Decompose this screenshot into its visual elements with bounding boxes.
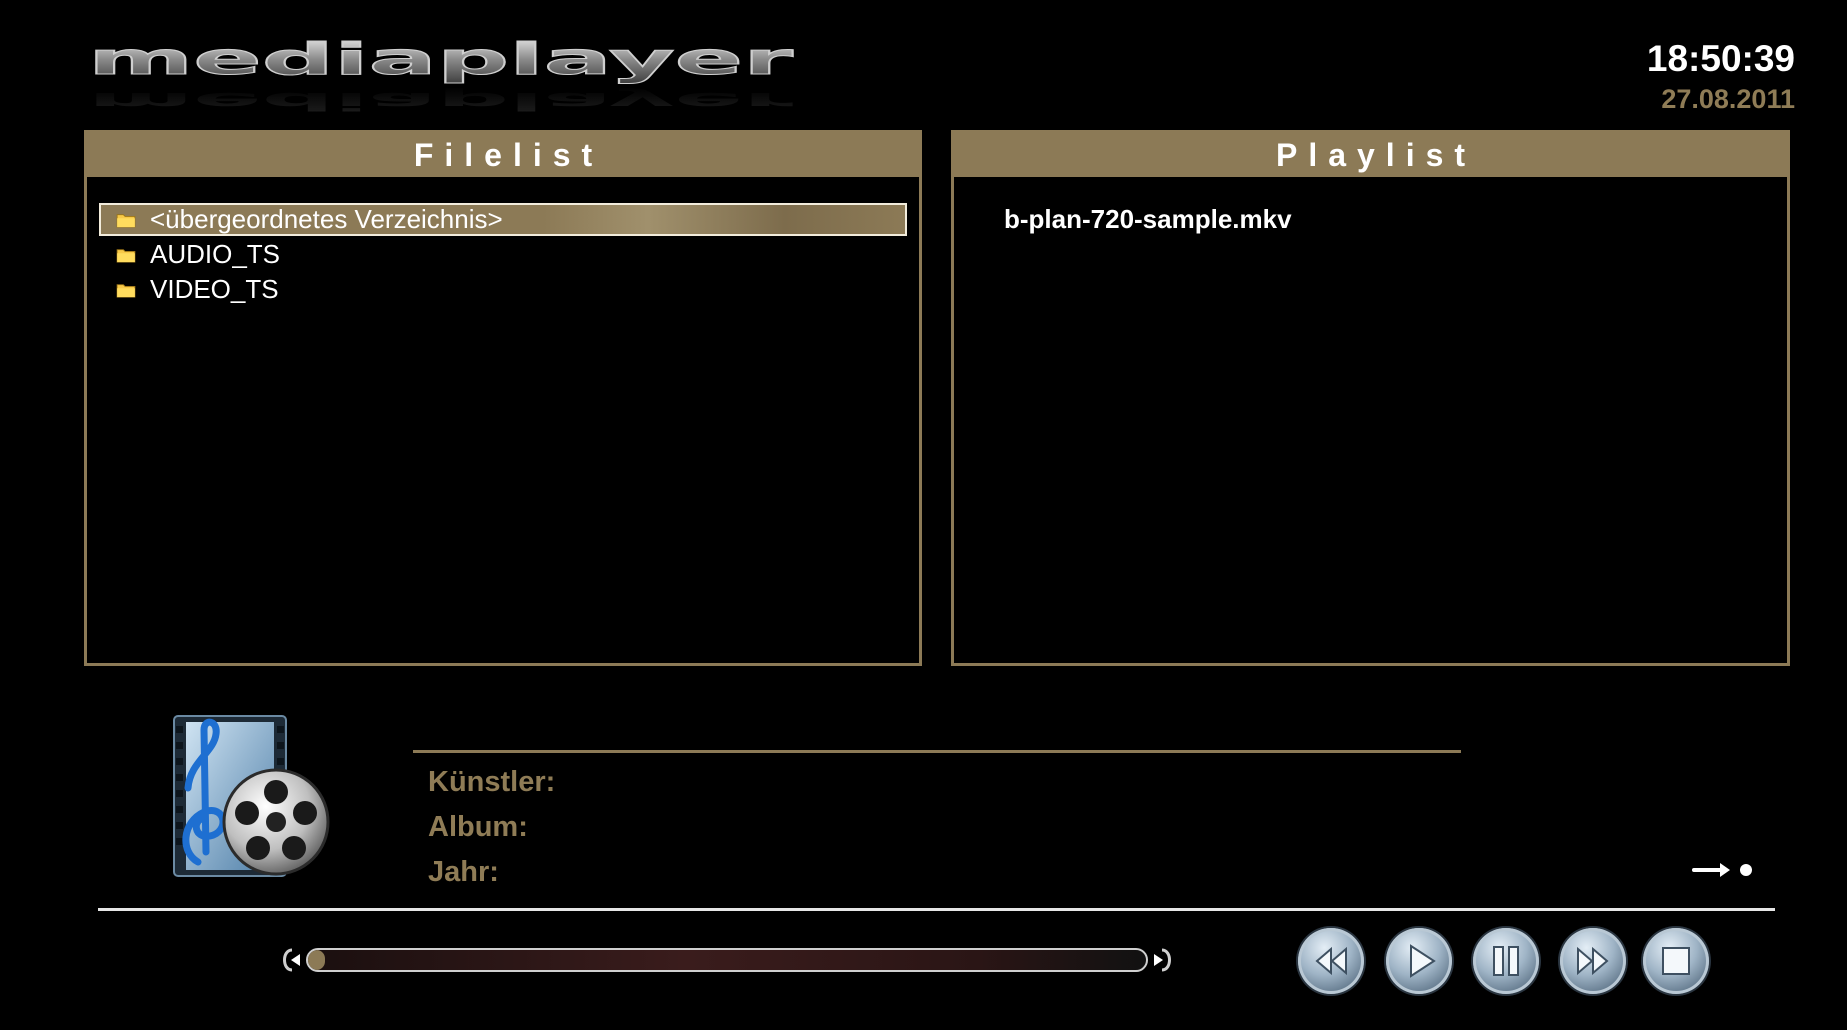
repeat-mode-icon bbox=[1692, 858, 1756, 882]
logo-text: mediaplayer bbox=[88, 40, 794, 85]
fast-forward-button[interactable] bbox=[1560, 928, 1626, 994]
progress-bar[interactable] bbox=[278, 946, 1176, 974]
stop-button[interactable] bbox=[1643, 928, 1709, 994]
progress-fill bbox=[308, 950, 325, 970]
info-divider-bottom bbox=[98, 908, 1775, 911]
rewind-icon bbox=[1315, 946, 1347, 976]
media-type-icon bbox=[170, 712, 335, 887]
folder-icon bbox=[116, 284, 136, 298]
playlist-title: Playlist bbox=[954, 133, 1787, 177]
play-list: b-plan-720-sample.mkv bbox=[1004, 203, 1292, 236]
rewind-button[interactable] bbox=[1298, 928, 1364, 994]
play-icon bbox=[1410, 944, 1436, 978]
pause-icon bbox=[1493, 946, 1519, 976]
mediaplayer-screen: mediaplayer mediaplayer 18:50:39 27.08.2… bbox=[0, 0, 1847, 1030]
file-row-audio-ts[interactable]: AUDIO_TS bbox=[99, 238, 907, 271]
file-list: <übergeordnetes Verzeichnis> AUDIO_TS VI… bbox=[99, 203, 907, 308]
year-label: Jahr: bbox=[428, 856, 499, 888]
info-divider-top bbox=[413, 750, 1461, 753]
logo-reflection: mediaplayer bbox=[88, 87, 794, 115]
progress-end-icon bbox=[1154, 948, 1171, 972]
file-label: <übergeordnetes Verzeichnis> bbox=[150, 204, 503, 234]
file-label: AUDIO_TS bbox=[150, 239, 281, 269]
artist-label: Künstler: bbox=[428, 766, 556, 798]
file-label: VIDEO_TS bbox=[150, 274, 279, 304]
pause-button[interactable] bbox=[1473, 928, 1539, 994]
stop-icon bbox=[1662, 947, 1690, 975]
filelist-panel: Filelist <übergeordnetes Verzeichnis> AU… bbox=[84, 130, 922, 666]
progress-track[interactable] bbox=[306, 948, 1148, 972]
playlist-panel: Playlist b-plan-720-sample.mkv bbox=[951, 130, 1790, 666]
file-row-video-ts[interactable]: VIDEO_TS bbox=[99, 273, 907, 306]
clock-date: 27.08.2011 bbox=[1661, 84, 1795, 114]
folder-icon bbox=[116, 214, 136, 228]
file-row-parent-directory[interactable]: <übergeordnetes Verzeichnis> bbox=[99, 203, 907, 236]
filelist-title: Filelist bbox=[87, 133, 919, 177]
album-label: Album: bbox=[428, 811, 528, 843]
clock-time: 18:50:39 bbox=[1646, 38, 1795, 79]
mediaplayer-logo: mediaplayer mediaplayer bbox=[88, 40, 798, 122]
play-button[interactable] bbox=[1386, 928, 1452, 994]
fast-forward-icon bbox=[1577, 946, 1609, 976]
folder-icon bbox=[116, 249, 136, 263]
playlist-item[interactable]: b-plan-720-sample.mkv bbox=[1004, 203, 1292, 236]
